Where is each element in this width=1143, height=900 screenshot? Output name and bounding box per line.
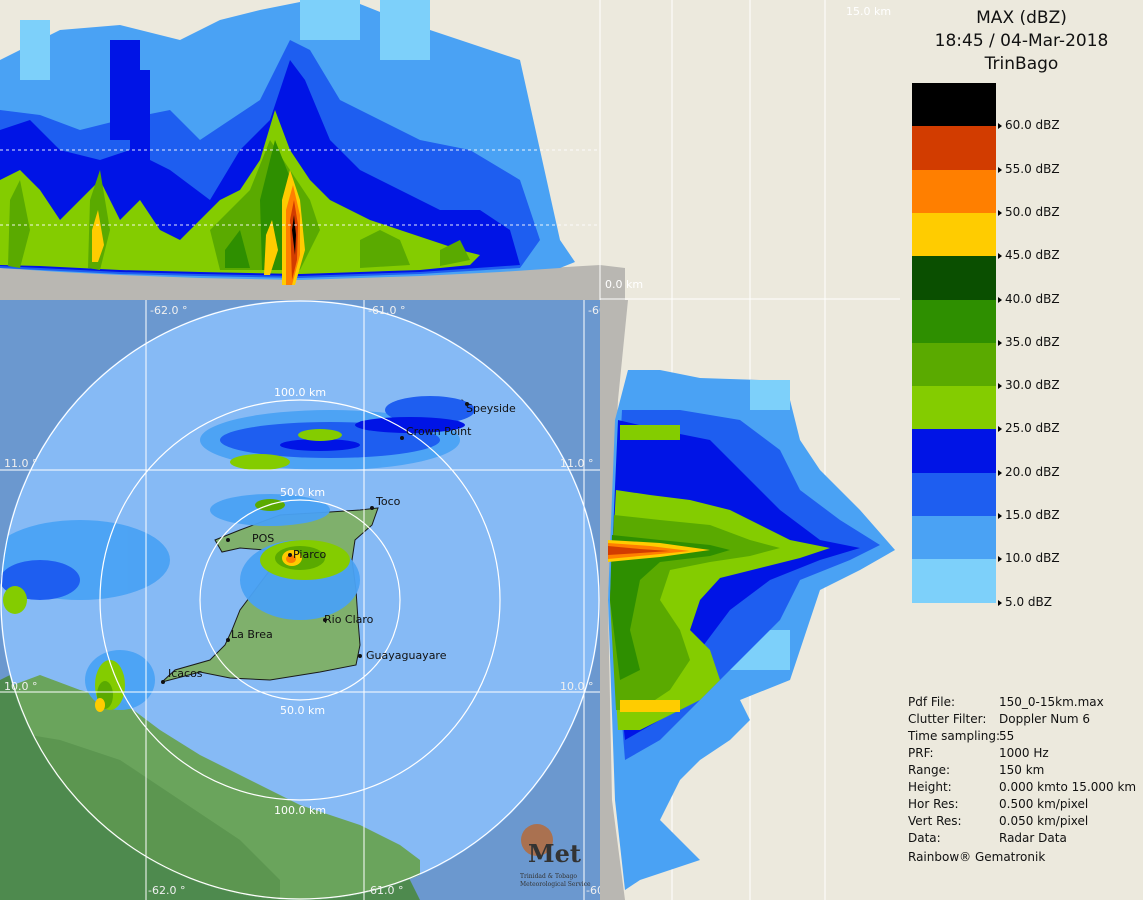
lon-label-top-1: -62.0 ° [150,304,187,317]
right-cross-section-image [600,300,900,900]
legend-area: MAX (dBZ) 18:45 / 04-Mar-2018 TrinBago 6… [900,0,1143,900]
height-max-label: 15.0 km [846,5,892,18]
scale-label: 55.0 dBZ [1005,161,1060,176]
info-label: Pdf File: [908,695,956,709]
scale-label: 40.0 dBZ [1005,291,1060,306]
place-la-brea: La Brea [231,628,273,641]
scale-swatch [912,386,996,430]
datetime-title: 18:45 / 04-Mar-2018 [934,31,1109,51]
info-label: Vert Res: [908,814,962,828]
scale-label: 45.0 dBZ [1005,248,1060,263]
scale-tick [998,513,1002,519]
scale-tick [998,469,1002,476]
info-label: Time sampling: [908,729,1001,743]
corner-area: 15.0 km 0.0 km [599,0,900,300]
info-value: Radar Data [999,831,1067,845]
scale-label: 25.0 dBZ [1005,421,1060,436]
scale-tick [998,166,1002,173]
scale-swatch [912,126,996,171]
site-title: TrinBago [984,54,1059,74]
info-value: 150 km [999,763,1045,777]
info-value: 0.500 km/pixel [999,797,1089,811]
place-crown-point: Crown Point [406,425,472,438]
place-piarco: Piarco [293,548,327,561]
lat-label-left-1: 11.0 ° [4,457,38,470]
place-speyside: Speyside [466,402,516,415]
lat-label-right-2: 10.0 ° [560,680,594,693]
scale-tick [998,209,1002,216]
lon-label-top-2: -61.0 ° [368,304,405,317]
svg-text:Met: Met [528,839,581,868]
lat-label-right-1: 11.0 ° [560,457,594,470]
radar-map: -62.0 ° -61.0 ° -60.0 ° -62.0 ° -61.0 ° … [0,300,600,900]
scale-label: 15.0 dBZ [1005,508,1060,522]
scale-tick [998,123,1002,130]
scale-label: 60.0 dBZ [1005,118,1060,133]
info-label: Clutter Filter: [908,712,987,726]
right-cross-section-panel [600,300,900,900]
height-min-label: 0.0 km [605,278,644,291]
lon-label-top-3: -60.0 ° [588,304,600,317]
scale-label: 35.0 dBZ [1005,334,1060,349]
info-label: Range: [908,763,951,777]
scale-label: 20.0 dBZ [1005,464,1060,479]
radar-map-panel: -62.0 ° -61.0 ° -60.0 ° -62.0 ° -61.0 ° … [0,300,600,900]
svg-text:Meteorological Service: Meteorological Service [520,881,591,888]
info-label: Data: [908,831,941,845]
scale-tick [998,296,1002,303]
footer-brand: Rainbow® Gematronik [908,850,1046,864]
info-value: 0.000 kmto 15.000 km [999,780,1137,794]
scale-swatch [912,169,996,214]
info-value: 0.050 km/pixel [999,814,1089,828]
ring-label-100-north: 100.0 km [274,386,326,399]
info-value: Doppler Num 6 [999,712,1091,726]
scale-label: 50.0 dBZ [1005,204,1060,219]
info-label: Hor Res: [908,797,959,811]
scale-tick [998,599,1002,606]
ring-label-100-south: 100.0 km [274,804,326,817]
scale-label: 10.0 dBZ [1005,551,1060,566]
scale-tick [998,339,1002,346]
lat-label-left-2: 10.0 ° [4,680,38,693]
place-toco: Toco [375,495,401,508]
scale-swatch [912,256,996,300]
lon-label-bottom-2: -61.0 ° [366,884,403,897]
scale-tick [998,426,1002,433]
ring-label-50-north: 50.0 km [280,486,325,499]
info-label: Height: [908,780,952,794]
info-label: PRF: [908,746,934,760]
top-cross-section-panel [0,0,600,300]
scale-swatch [912,299,996,344]
scale-label: 30.0 dBZ [1005,378,1060,393]
place-icacos: Icacos [168,667,203,680]
scale-label: 5.0 dBZ [1005,594,1052,609]
info-value: 150_0-15km.max [999,695,1104,709]
ring-label-50-south: 50.0 km [280,704,325,717]
place-pos: POS [252,532,274,545]
info-value: 55 [999,729,1015,743]
scale-swatch [912,212,996,257]
lon-label-bottom-1: -62.0 ° [148,884,185,897]
scale-swatch [912,429,996,474]
scale-swatch [912,516,996,560]
scale-tick [998,383,1002,390]
svg-text:Trinidad & Tobago: Trinidad & Tobago [520,873,577,880]
top-cross-section-image [0,0,600,300]
scale-swatch [912,472,996,517]
scale-tick [998,556,1002,563]
scale-swatch [912,342,996,387]
product-title: MAX (dBZ) [976,8,1067,28]
scale-swatch [912,83,996,127]
place-rio-claro: Rio Claro [324,613,374,626]
place-guayaguayare: Guayaguayare [366,649,447,662]
scale-tick [998,253,1002,260]
info-value: 1000 Hz [999,746,1049,760]
scale-swatch [912,559,996,604]
